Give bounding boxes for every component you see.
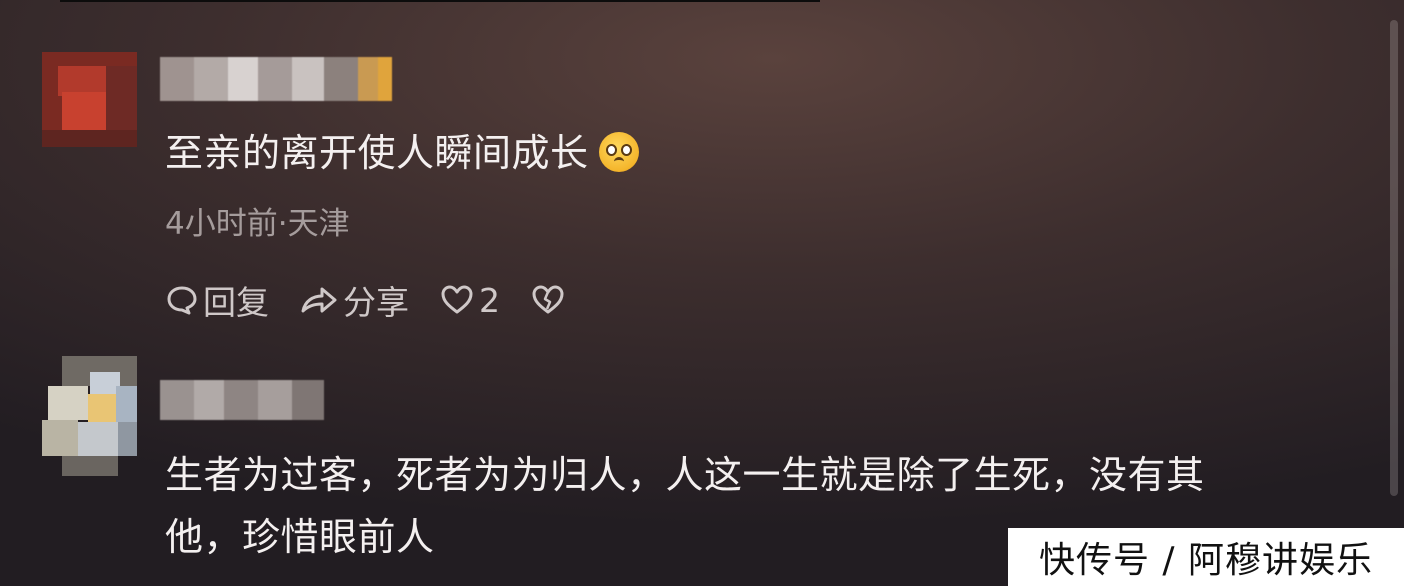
avatar[interactable] xyxy=(42,356,137,476)
avatar[interactable] xyxy=(42,52,137,147)
reply-label: 回复 xyxy=(203,283,269,322)
share-button[interactable]: 分享 xyxy=(299,276,409,324)
pleading-face-emoji-icon xyxy=(598,132,639,172)
dislike-button[interactable] xyxy=(530,283,570,317)
comment-meta: 4小时前·天津 xyxy=(165,206,350,242)
share-label: 分享 xyxy=(343,283,409,322)
like-count: 2 xyxy=(479,280,500,320)
username-blurred[interactable] xyxy=(160,57,392,101)
broken-heart-icon xyxy=(532,285,564,314)
comment-bubble-icon xyxy=(167,286,197,315)
scrollbar[interactable] xyxy=(1390,20,1398,496)
comment-text: 至亲的离开使人瞬间成长 xyxy=(165,122,639,184)
comment-actions: 回复 分享 2 xyxy=(165,276,600,324)
heart-icon xyxy=(441,285,473,314)
username-blurred[interactable] xyxy=(160,380,324,420)
reply-button[interactable]: 回复 xyxy=(165,276,269,324)
like-button[interactable]: 2 xyxy=(439,281,500,320)
share-arrow-icon xyxy=(301,287,337,313)
watermark: 快传号 / 阿穆讲娱乐 xyxy=(1008,528,1404,586)
comment-text-line: 生者为过客，死者为为归人，人这一生就是除了生死，没有其 xyxy=(165,453,1205,497)
comment-item: 至亲的离开使人瞬间成长 4小时前·天津 回复 分享 2 xyxy=(0,0,1380,340)
